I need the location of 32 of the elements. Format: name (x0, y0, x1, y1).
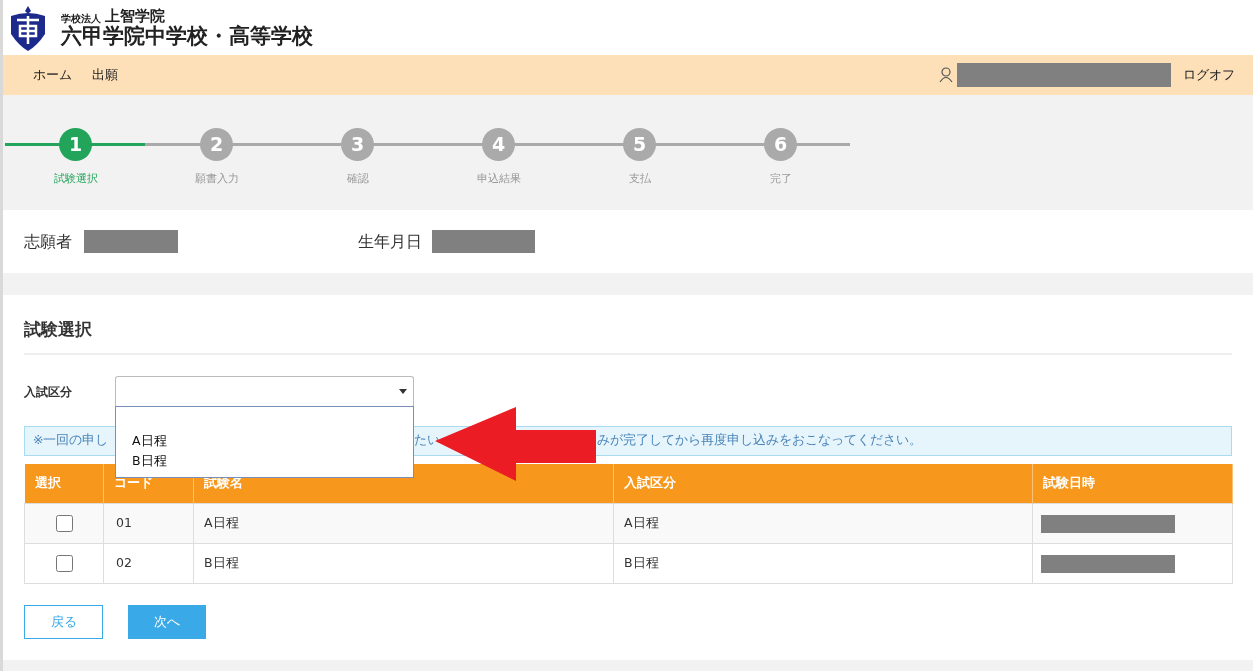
column-header: 入試区分 (613, 463, 1033, 504)
dropdown-option[interactable]: A日程 (132, 431, 413, 451)
nav-link[interactable]: ホーム (33, 65, 72, 85)
step-label: 試験選択 (53, 171, 98, 187)
column-header: 選択 (24, 463, 104, 504)
step-label: 支払 (628, 171, 651, 187)
corporation-name: 上智学院 (105, 8, 165, 24)
logout-link[interactable]: ログオフ (1183, 65, 1235, 85)
step-label: 申込結果 (476, 171, 521, 187)
table-cell: 01 (103, 503, 194, 544)
table-cell: A日程 (613, 503, 1033, 544)
table-cell: B日程 (193, 543, 614, 584)
step-label: 完了 (769, 171, 792, 187)
corporation-prefix: 学校法人 (61, 13, 101, 24)
notice-text: ※一回の申し (33, 431, 109, 450)
table-cell: A日程 (193, 503, 614, 544)
table-cell: B日程 (613, 543, 1033, 584)
checkbox[interactable] (55, 515, 73, 533)
field-label: 入試区分 (24, 383, 73, 401)
nav-link[interactable]: 出願 (92, 65, 118, 85)
notice-text: みが完了してから再度申し込みをおこなってください。 (597, 431, 922, 450)
birthdate-label: 生年月日 (358, 230, 422, 253)
checkbox[interactable] (55, 555, 73, 573)
column-header: 試験日時 (1032, 463, 1233, 504)
step-label: 願書入力 (194, 171, 239, 187)
applicant-label: 志願者 (24, 230, 72, 253)
section-title: 試験選択 (24, 317, 1232, 355)
table-cell: 02 (103, 543, 194, 584)
school-name: 六甲学院中学校・高等学校 (61, 25, 313, 47)
user-icon (939, 67, 953, 83)
caret-icon (399, 389, 407, 394)
step-label: 確認 (346, 171, 369, 187)
